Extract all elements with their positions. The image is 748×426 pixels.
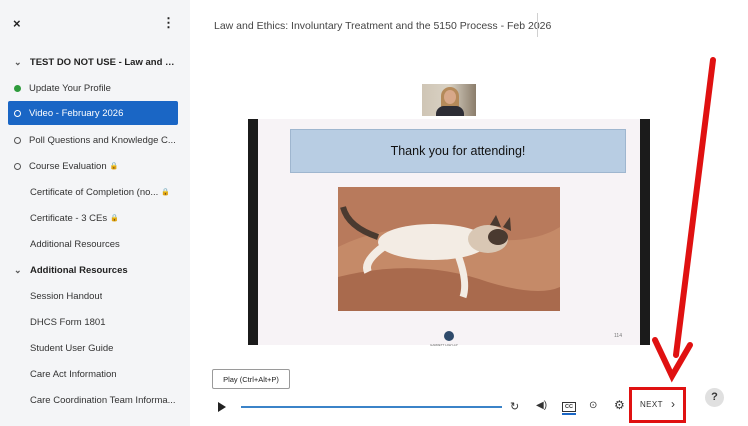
annotation-arrow xyxy=(652,57,716,383)
